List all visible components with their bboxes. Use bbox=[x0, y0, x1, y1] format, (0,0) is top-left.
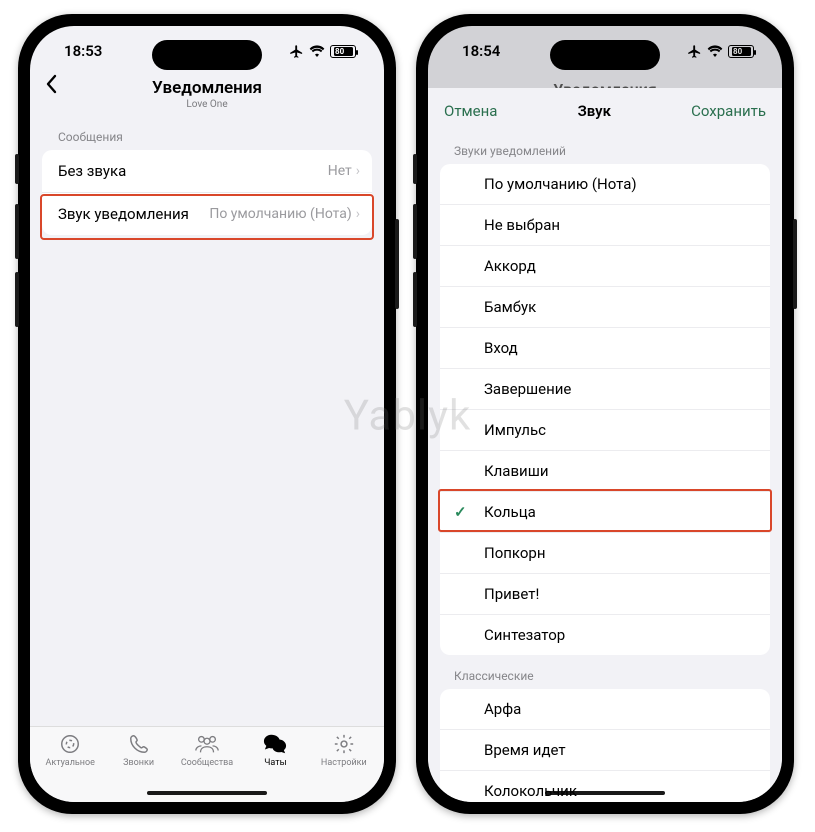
tab-label: Сообщества bbox=[181, 758, 233, 768]
dynamic-island bbox=[152, 40, 262, 70]
communities-icon bbox=[194, 733, 220, 755]
sound-label: Кольца bbox=[484, 503, 536, 521]
sound-option[interactable]: Синтезатор bbox=[440, 614, 770, 655]
side-button bbox=[413, 272, 417, 327]
sound-modal: Отмена Звук Сохранить Звуки уведомлений … bbox=[428, 88, 782, 802]
tab-label: Актуальное bbox=[46, 758, 95, 768]
sound-label: Не выбран bbox=[484, 216, 560, 234]
sound-option[interactable]: Завершение bbox=[440, 368, 770, 409]
settings-list: Без звука Нет › Звук уведомления По умол… bbox=[42, 150, 372, 235]
side-button bbox=[15, 204, 19, 259]
side-button bbox=[395, 219, 399, 309]
sound-label: Время идет bbox=[484, 741, 566, 759]
sound-label: Вход bbox=[484, 339, 518, 357]
sound-label: По умолчанию (Нота) bbox=[484, 175, 637, 193]
screen-sound-picker: 18:54 80 Уведомления bbox=[428, 26, 782, 802]
home-indicator[interactable] bbox=[545, 791, 665, 795]
section-header: Звуки уведомлений bbox=[428, 130, 782, 164]
row-value: По умолчанию (Нота) bbox=[209, 206, 351, 222]
checkmark-icon: ✓ bbox=[454, 503, 467, 521]
sound-label: Завершение bbox=[484, 380, 571, 398]
modal-header: Отмена Звук Сохранить bbox=[428, 88, 782, 130]
side-button bbox=[413, 154, 417, 184]
side-button bbox=[15, 272, 19, 327]
row-mute[interactable]: Без звука Нет › bbox=[42, 150, 372, 192]
status-time: 18:53 bbox=[64, 42, 102, 60]
sound-option[interactable]: Колокольчик bbox=[440, 770, 770, 802]
dynamic-island bbox=[550, 40, 660, 70]
sound-option[interactable]: По умолчанию (Нота) bbox=[440, 164, 770, 204]
tab-label: Настройки bbox=[321, 758, 367, 768]
battery-icon: 80 bbox=[330, 45, 356, 58]
nav-header: Уведомления Love One bbox=[30, 76, 384, 118]
sound-label: Клавиши bbox=[484, 462, 549, 480]
home-indicator[interactable] bbox=[147, 791, 267, 795]
sound-label: Бамбук bbox=[484, 298, 536, 316]
sound-option[interactable]: Бамбук bbox=[440, 286, 770, 327]
side-button bbox=[15, 154, 19, 184]
sound-label: Импульс bbox=[484, 421, 546, 439]
phone-left: 18:53 80 bbox=[18, 14, 396, 814]
chevron-right-icon: › bbox=[356, 163, 360, 179]
airplane-icon bbox=[289, 44, 304, 59]
tab-label: Чаты bbox=[264, 758, 286, 768]
chevron-right-icon: › bbox=[356, 206, 360, 222]
sound-option[interactable]: Арфа bbox=[440, 689, 770, 729]
sound-option[interactable]: Время идет bbox=[440, 729, 770, 770]
tab-calls[interactable]: Звонки bbox=[104, 733, 172, 784]
tab-chats[interactable]: Чаты bbox=[241, 733, 309, 784]
tab-communities[interactable]: Сообщества bbox=[173, 733, 241, 784]
row-label: Без звука bbox=[58, 162, 328, 180]
row-label: Звук уведомления bbox=[58, 205, 209, 223]
sound-option[interactable]: Аккорд bbox=[440, 245, 770, 286]
page-title: Уведомления bbox=[152, 78, 262, 98]
sound-label: Привет! bbox=[484, 585, 539, 603]
side-button bbox=[413, 204, 417, 259]
sound-label: Попкорн bbox=[484, 544, 546, 562]
sound-option[interactable]: Вход bbox=[440, 327, 770, 368]
chats-icon bbox=[263, 733, 287, 755]
sound-label: Синтезатор bbox=[484, 626, 565, 644]
phone-icon bbox=[128, 733, 150, 755]
phone-right: 18:54 80 Уведомления bbox=[416, 14, 794, 814]
sound-option[interactable]: Не выбран bbox=[440, 204, 770, 245]
sound-label: Аккорд bbox=[484, 257, 536, 275]
tab-label: Звонки bbox=[123, 758, 154, 768]
sound-option[interactable]: Привет! bbox=[440, 573, 770, 614]
classic-list: Арфа Время идет Колокольчик bbox=[440, 689, 770, 802]
back-button[interactable] bbox=[44, 74, 58, 100]
sound-option[interactable]: Клавиши bbox=[440, 450, 770, 491]
modal-title: Звук bbox=[578, 102, 611, 120]
wifi-icon bbox=[309, 45, 325, 57]
section-header: Сообщения bbox=[30, 118, 384, 150]
row-notification-sound[interactable]: Звук уведомления По умолчанию (Нота) › bbox=[42, 192, 372, 235]
gear-icon bbox=[333, 733, 355, 755]
tab-updates[interactable]: Актуальное bbox=[36, 733, 104, 784]
page-subtitle: Love One bbox=[152, 99, 262, 110]
side-button bbox=[793, 219, 797, 309]
sound-option[interactable]: ✓ Кольца bbox=[440, 491, 770, 532]
sound-option[interactable]: Импульс bbox=[440, 409, 770, 450]
save-button[interactable]: Сохранить bbox=[691, 102, 766, 120]
sound-label: Арфа bbox=[484, 700, 521, 718]
section-header: Классические bbox=[428, 655, 782, 689]
screen-notifications: 18:53 80 bbox=[30, 26, 384, 802]
row-value: Нет bbox=[328, 163, 352, 179]
cancel-button[interactable]: Отмена bbox=[444, 102, 497, 120]
updates-icon bbox=[59, 733, 81, 755]
tab-settings[interactable]: Настройки bbox=[310, 733, 378, 784]
sounds-list: По умолчанию (Нота) Не выбран Аккорд Бамбук… bbox=[440, 164, 770, 655]
sound-option[interactable]: Попкорн bbox=[440, 532, 770, 573]
